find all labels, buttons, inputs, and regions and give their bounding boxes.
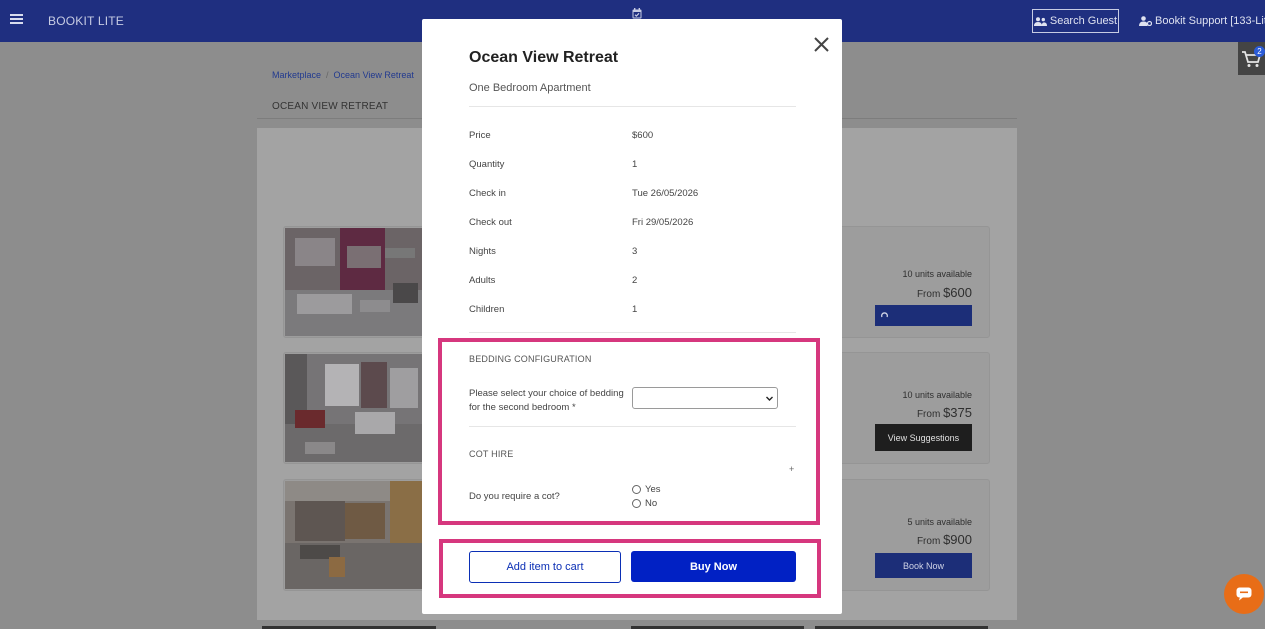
search-guest-button[interactable]: Search Guest: [1032, 9, 1119, 33]
modal-title: Ocean View Retreat: [469, 49, 619, 66]
add-to-cart-button[interactable]: Add item to cart: [469, 551, 621, 583]
children-value: 1: [632, 304, 638, 315]
nights-label: Nights: [469, 246, 496, 257]
adults-value: 2: [632, 275, 638, 286]
check-out-label: Check out: [469, 217, 512, 228]
user-cog-icon: [1139, 16, 1152, 26]
hamburger-menu-icon[interactable]: [10, 14, 23, 24]
availability-text: 10 units available: [902, 390, 972, 400]
chat-button[interactable]: [1224, 574, 1264, 614]
loading-button[interactable]: [875, 305, 972, 326]
availability-text: 10 units available: [902, 269, 972, 279]
price-value: $600: [632, 130, 654, 141]
buy-now-button[interactable]: Buy Now: [631, 551, 796, 582]
price-label: Price: [469, 130, 491, 141]
breadcrumb-item-marketplace[interactable]: Marketplace: [272, 70, 321, 80]
book-now-button[interactable]: Book Now: [875, 553, 972, 578]
user-name: Bookit Support [133-Lite]: [1155, 15, 1265, 27]
cart-button[interactable]: 2: [1238, 42, 1265, 75]
check-in-label: Check in: [469, 188, 506, 199]
check-out-value: Fri 29/05/2026: [632, 217, 694, 228]
room-photo: [285, 228, 423, 336]
price-text: From $900: [916, 532, 972, 547]
nights-value: 3: [632, 246, 638, 257]
breadcrumb-item-property[interactable]: Ocean View Retreat: [334, 70, 414, 80]
price-text: From $600: [916, 285, 972, 300]
spinner-icon: [881, 312, 888, 318]
adults-label: Adults: [469, 275, 496, 286]
search-guest-label: Search Guest: [1049, 15, 1118, 27]
room-photo: [285, 481, 423, 589]
room-photo: [285, 354, 423, 462]
divider: [469, 106, 796, 107]
quantity-label: Quantity: [469, 159, 505, 170]
close-icon[interactable]: [814, 37, 829, 52]
children-label: Children: [469, 304, 505, 315]
availability-text: 5 units available: [907, 517, 972, 527]
breadcrumb: Marketplace / Ocean View Retreat: [272, 70, 414, 80]
quantity-value: 1: [632, 159, 638, 170]
users-icon: [1033, 16, 1047, 26]
divider: [469, 332, 796, 333]
view-suggestions-button[interactable]: View Suggestions: [875, 424, 972, 451]
modal-subtitle: One Bedroom Apartment: [469, 82, 591, 94]
price-text: From $375: [916, 405, 972, 420]
app-brand[interactable]: BOOKIT LITE: [48, 14, 124, 28]
calendar-icon[interactable]: [632, 8, 642, 19]
cart-count-badge: 2: [1254, 46, 1265, 57]
highlight-box-options: [438, 338, 820, 525]
page-title: OCEAN VIEW RETREAT: [272, 101, 389, 112]
user-menu[interactable]: Bookit Support [133-Lite]: [1139, 15, 1265, 27]
check-in-value: Tue 26/05/2026: [632, 188, 699, 199]
chat-icon: [1236, 587, 1252, 601]
